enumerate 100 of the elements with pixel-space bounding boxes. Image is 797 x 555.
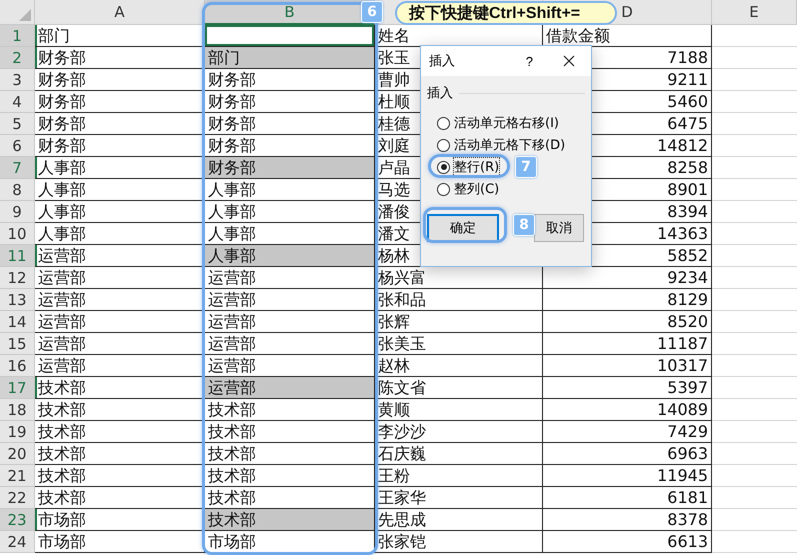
table-cell: 运营部 bbox=[35, 289, 205, 311]
step-badge: 6 bbox=[361, 1, 383, 23]
table-cell: 部门 bbox=[35, 25, 205, 47]
table-cell: 张美玉 bbox=[375, 333, 543, 355]
table-cell: 技术部 bbox=[35, 443, 205, 465]
table-cell: 陈文省 bbox=[375, 377, 543, 399]
table-cell: 财务部 bbox=[205, 113, 375, 135]
table-cell: 财务部 bbox=[205, 91, 375, 113]
table-cell: 人事部 bbox=[35, 223, 205, 245]
column-header[interactable]: E bbox=[712, 0, 797, 25]
table-cell: 10317 bbox=[543, 355, 712, 377]
table-cell: 财务部 bbox=[205, 69, 375, 91]
row-header[interactable]: 3 bbox=[0, 69, 35, 91]
table-cell: 人事部 bbox=[35, 179, 205, 201]
row-header[interactable]: 17 bbox=[0, 377, 35, 399]
row-header[interactable]: 1 bbox=[0, 25, 35, 47]
table-cell: 11945 bbox=[543, 465, 712, 487]
table-cell: 7429 bbox=[543, 421, 712, 443]
table-cell: 石庆巍 bbox=[375, 443, 543, 465]
row-header[interactable]: 2 bbox=[0, 47, 35, 69]
table-cell: 技术部 bbox=[205, 443, 375, 465]
table-cell: 8129 bbox=[543, 289, 712, 311]
table-cell: 运营部 bbox=[35, 311, 205, 333]
table-cell: 8378 bbox=[543, 509, 712, 531]
dialog-title: 插入 bbox=[429, 53, 456, 70]
table-cell: 人事部 bbox=[35, 157, 205, 179]
table-cell: 先思成 bbox=[375, 509, 543, 531]
row-header[interactable]: 15 bbox=[0, 333, 35, 355]
table-cell: 运营部 bbox=[35, 245, 205, 267]
table-cell: 运营部 bbox=[35, 333, 205, 355]
step-badge: 8 bbox=[513, 214, 535, 236]
radio-option[interactable]: 整行(R) bbox=[427, 156, 500, 178]
table-cell: 5397 bbox=[543, 377, 712, 399]
table-cell: 张家铠 bbox=[375, 531, 543, 553]
row-header[interactable]: 22 bbox=[0, 487, 35, 509]
help-button[interactable]: ? bbox=[526, 54, 533, 68]
row-header[interactable]: 5 bbox=[0, 113, 35, 135]
table-cell: 王粉 bbox=[375, 465, 543, 487]
row-header[interactable]: 7 bbox=[0, 157, 35, 179]
table-cell: 市场部 bbox=[205, 531, 375, 553]
row-header[interactable]: 23 bbox=[0, 509, 35, 531]
table-cell: 张和品 bbox=[375, 289, 543, 311]
table-cell: 市场部 bbox=[35, 509, 205, 531]
table-cell: 技术部 bbox=[205, 421, 375, 443]
table-cell: 人事部 bbox=[35, 201, 205, 223]
table-cell: 财务部 bbox=[205, 157, 375, 179]
row-header[interactable]: 18 bbox=[0, 399, 35, 421]
table-cell: 技术部 bbox=[35, 399, 205, 421]
table-cell: 11187 bbox=[543, 333, 712, 355]
table-cell: 运营部 bbox=[205, 289, 375, 311]
table-cell: 黄顺 bbox=[375, 399, 543, 421]
table-cell: 6181 bbox=[543, 487, 712, 509]
table-cell: 14089 bbox=[543, 399, 712, 421]
radio-option[interactable]: 整列(C) bbox=[427, 178, 500, 200]
table-cell: 财务部 bbox=[35, 113, 205, 135]
row-header[interactable]: 12 bbox=[0, 267, 35, 289]
table-cell: 财务部 bbox=[35, 91, 205, 113]
table-cell: 部门 bbox=[205, 47, 375, 69]
hint-tooltip: 按下快捷键Ctrl+Shift+= bbox=[395, 1, 617, 25]
table-cell: 运营部 bbox=[35, 355, 205, 377]
table-cell: 运营部 bbox=[35, 267, 205, 289]
table-cell: 张辉 bbox=[375, 311, 543, 333]
table-cell: 财务部 bbox=[35, 47, 205, 69]
row-header[interactable]: 8 bbox=[0, 179, 35, 201]
row-header[interactable]: 9 bbox=[0, 201, 35, 223]
row-header[interactable]: 20 bbox=[0, 443, 35, 465]
table-cell: 技术部 bbox=[35, 465, 205, 487]
table-cell: 6613 bbox=[543, 531, 712, 553]
row-header[interactable]: 14 bbox=[0, 311, 35, 333]
row-header[interactable]: 16 bbox=[0, 355, 35, 377]
table-cell: 技术部 bbox=[35, 487, 205, 509]
column-header[interactable]: A bbox=[35, 0, 205, 25]
table-cell: 市场部 bbox=[35, 531, 205, 553]
table-cell: 技术部 bbox=[35, 377, 205, 399]
row-header[interactable]: 6 bbox=[0, 135, 35, 157]
ok-button[interactable]: 确定 bbox=[427, 214, 499, 242]
table-cell: 李沙沙 bbox=[375, 421, 543, 443]
table-cell: 8520 bbox=[543, 311, 712, 333]
table-cell: 运营部 bbox=[205, 377, 375, 399]
table-cell: 财务部 bbox=[35, 69, 205, 91]
row-header[interactable]: 10 bbox=[0, 223, 35, 245]
table-cell: 运营部 bbox=[205, 267, 375, 289]
table-cell: 人事部 bbox=[205, 179, 375, 201]
cancel-button[interactable]: 取消 bbox=[534, 214, 584, 242]
table-cell: 技术部 bbox=[35, 421, 205, 443]
table-cell: 技术部 bbox=[205, 509, 375, 531]
table-cell: 赵林 bbox=[375, 355, 543, 377]
table-cell: 6963 bbox=[543, 443, 712, 465]
row-header[interactable]: 4 bbox=[0, 91, 35, 113]
row-header[interactable]: 13 bbox=[0, 289, 35, 311]
table-cell: 人事部 bbox=[205, 201, 375, 223]
row-header[interactable]: 11 bbox=[0, 245, 35, 267]
row-header[interactable]: 21 bbox=[0, 465, 35, 487]
table-cell: 运营部 bbox=[205, 311, 375, 333]
table-cell: 财务部 bbox=[35, 135, 205, 157]
table-cell: 人事部 bbox=[205, 245, 375, 267]
row-header[interactable]: 24 bbox=[0, 531, 35, 553]
table-cell: 运营部 bbox=[205, 333, 375, 355]
row-header[interactable]: 19 bbox=[0, 421, 35, 443]
table-cell: 技术部 bbox=[205, 399, 375, 421]
